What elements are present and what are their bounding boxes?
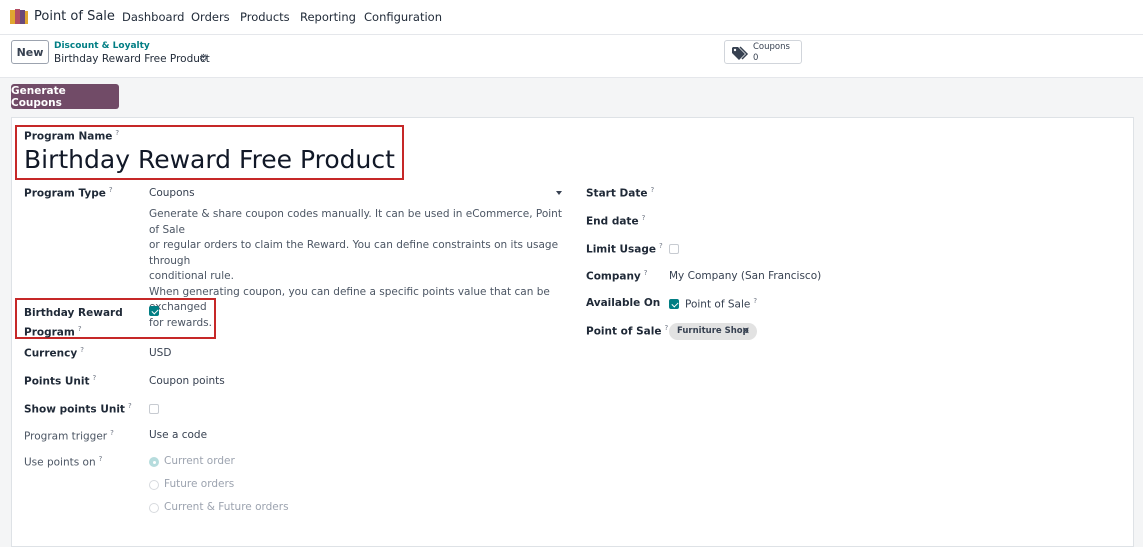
top-navbar: Point of Sale Dashboard Orders Products …	[0, 0, 1143, 35]
radio-current-order[interactable]	[149, 457, 159, 467]
end-date-label: End date?	[586, 214, 646, 228]
breadcrumb-discount-loyalty[interactable]: Discount & Loyalty	[54, 41, 150, 51]
birthday-reward-program-label: Birthday Reward Program?	[24, 307, 123, 339]
furniture-shop-tag-label: Furniture Shop	[677, 326, 749, 336]
record-title: Birthday Reward Free Product	[54, 53, 210, 65]
limit-usage-label: Limit Usage?	[586, 242, 663, 256]
points-unit-label: Points Unit?	[24, 374, 97, 388]
menu-dashboard[interactable]: Dashboard	[122, 10, 184, 24]
program-trigger-field[interactable]: Use a code	[149, 429, 207, 441]
radio-current-future-orders-label: Current & Future orders	[164, 501, 289, 513]
furniture-shop-tag[interactable]: Furniture Shop ✕	[669, 323, 757, 340]
radio-future-orders-label: Future orders	[164, 478, 235, 490]
point-of-sale-label: Point of Sale?	[586, 324, 669, 338]
program-name-input[interactable]: Birthday Reward Free Product	[24, 145, 395, 174]
start-date-label: Start Date?	[586, 186, 655, 200]
use-points-on-label: Use points on?	[24, 455, 103, 469]
show-points-unit-checkbox[interactable]	[149, 404, 159, 414]
control-panel: New Discount & Loyalty Birthday Reward F…	[0, 35, 1143, 78]
generate-coupons-button[interactable]: Generate Coupons	[11, 84, 119, 109]
radio-future-orders[interactable]	[149, 480, 159, 490]
coupons-smart-button[interactable]: Coupons 0	[724, 40, 802, 64]
radio-current-future-orders[interactable]	[149, 503, 159, 513]
currency-label: Currency?	[24, 346, 84, 360]
show-points-unit-label: Show points Unit?	[24, 402, 132, 416]
company-label: Company?	[586, 269, 648, 283]
available-on-pos-label: Point of Sale?	[685, 297, 758, 311]
app-name[interactable]: Point of Sale	[34, 9, 115, 24]
available-on-label: Available On	[586, 297, 661, 309]
close-icon[interactable]: ✕	[742, 323, 750, 340]
menu-orders[interactable]: Orders	[191, 10, 230, 24]
program-type-label: Program Type?	[24, 186, 113, 200]
coupons-label: Coupons	[753, 42, 790, 52]
coupons-count: 0	[753, 53, 759, 63]
chevron-down-icon[interactable]	[556, 191, 562, 195]
program-name-label: Program Name?	[24, 129, 120, 143]
program-trigger-label: Program trigger?	[24, 429, 114, 443]
app-logo-icon[interactable]	[10, 9, 28, 24]
tags-icon	[732, 46, 749, 60]
radio-current-order-label: Current order	[164, 455, 235, 467]
menu-reporting[interactable]: Reporting	[300, 10, 356, 24]
program-type-select[interactable]: Coupons	[149, 187, 195, 199]
new-button[interactable]: New	[11, 40, 49, 64]
points-unit-field[interactable]: Coupon points	[149, 375, 225, 387]
company-field[interactable]: My Company (San Francisco)	[669, 270, 821, 282]
available-on-pos-checkbox[interactable]	[669, 299, 679, 309]
currency-field[interactable]: USD	[149, 347, 171, 359]
menu-configuration[interactable]: Configuration	[364, 10, 442, 24]
gear-icon[interactable]: ⚙	[199, 53, 208, 64]
birthday-reward-checkbox[interactable]	[149, 306, 159, 316]
menu-products[interactable]: Products	[240, 10, 290, 24]
limit-usage-checkbox[interactable]	[669, 244, 679, 254]
